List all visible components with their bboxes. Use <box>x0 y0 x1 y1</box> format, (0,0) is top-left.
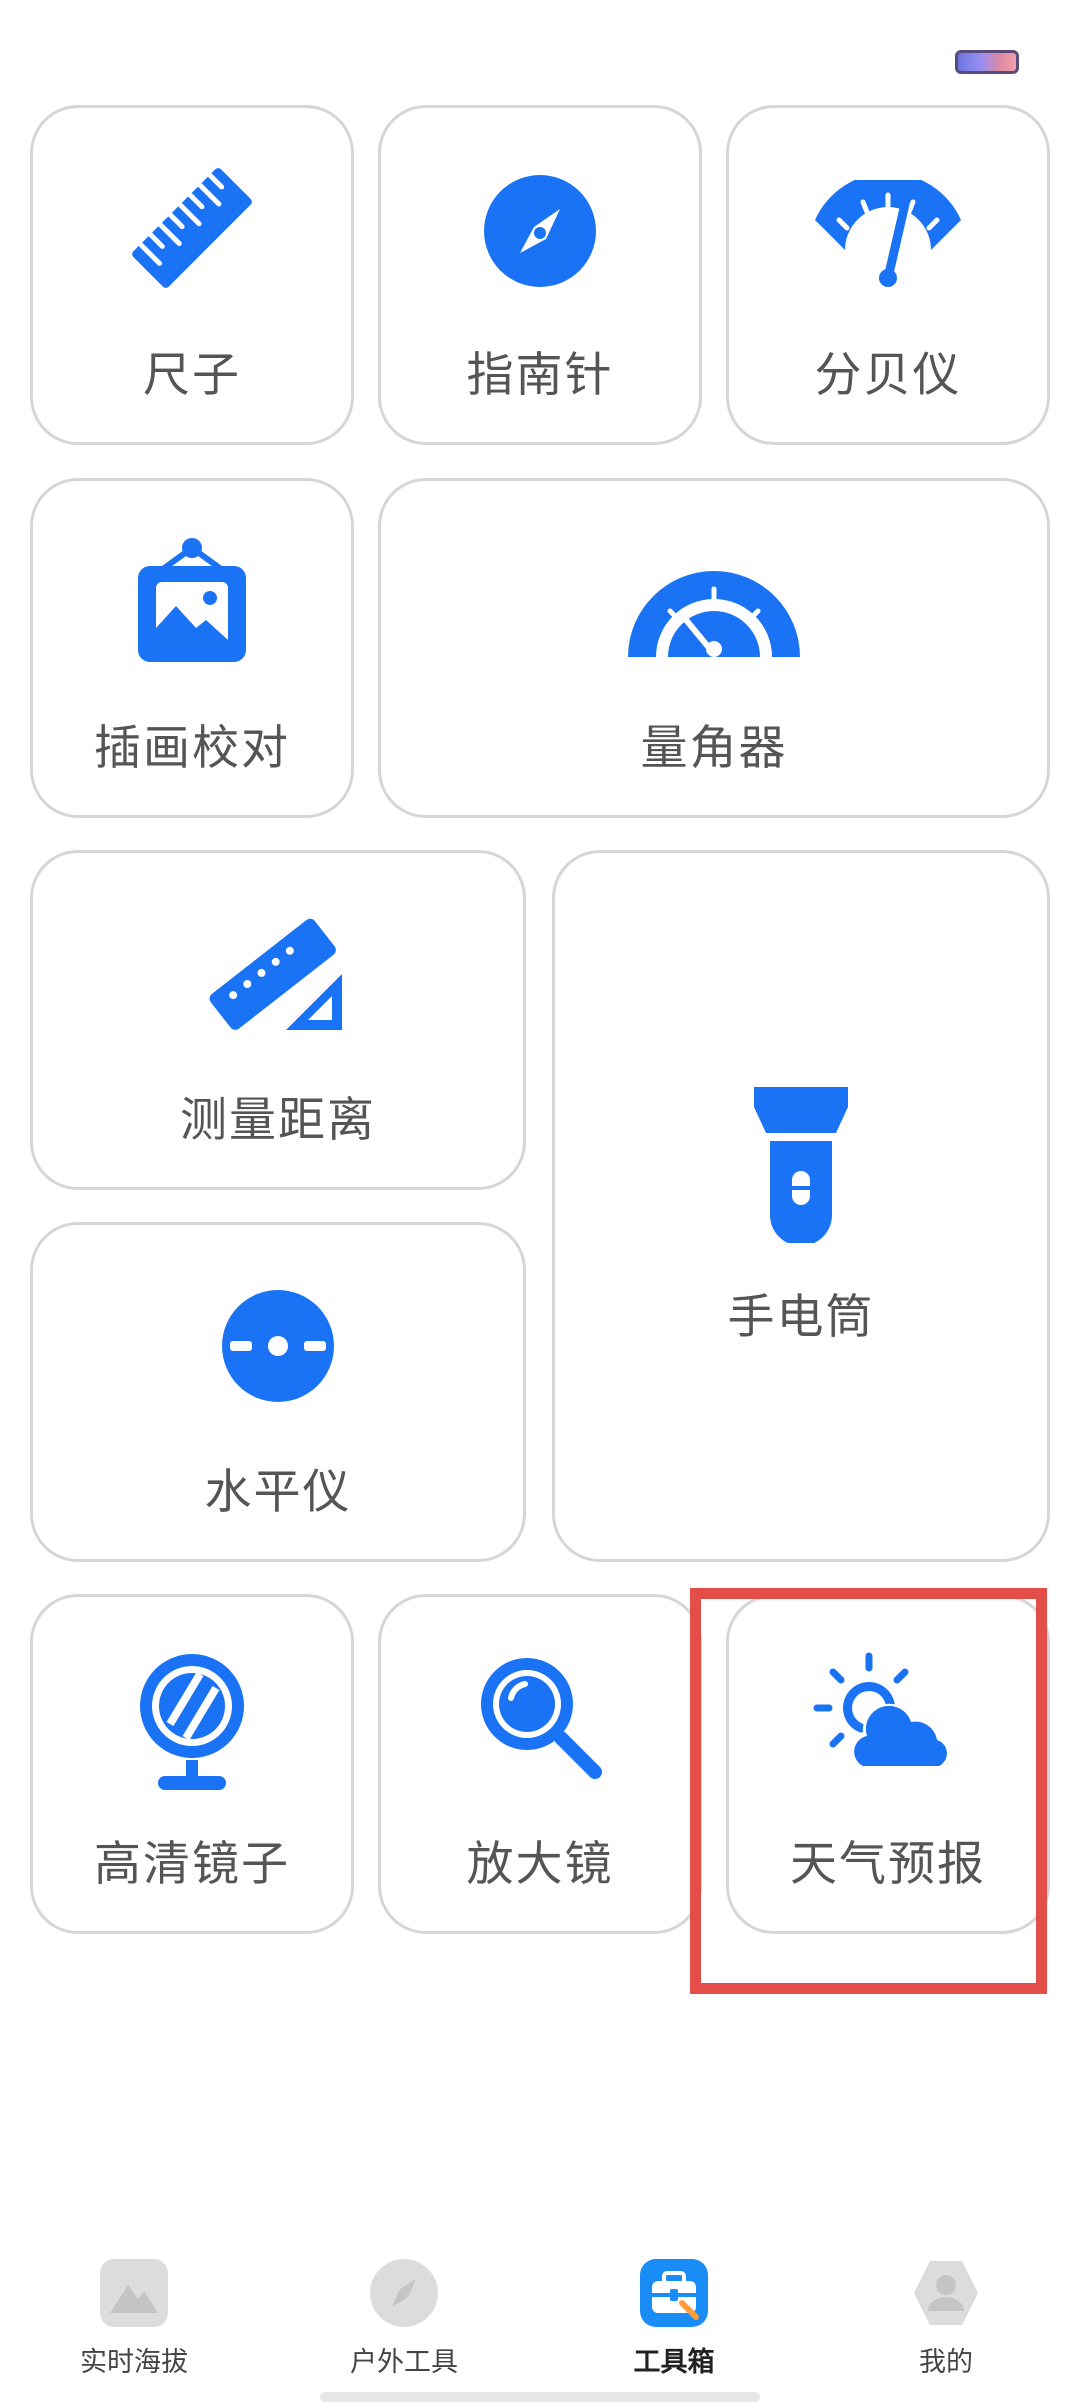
tool-mirror[interactable]: 高清镜子 <box>30 1594 354 1934</box>
tool-label: 高清镜子 <box>94 1837 290 1892</box>
tool-measure[interactable]: 测量距离 <box>30 850 526 1190</box>
protractor-icon <box>628 571 800 657</box>
gauge-icon <box>815 180 961 287</box>
tab-label: 实时海拔 <box>80 2347 188 2378</box>
tool-compass[interactable]: 指南针 <box>378 105 702 445</box>
tool-label: 分贝仪 <box>814 348 962 403</box>
tool-label: 水平仪 <box>204 1465 352 1520</box>
compass-icon <box>370 2259 438 2327</box>
tool-magnifier[interactable]: 放大镜 <box>378 1594 702 1934</box>
tool-label: 插画校对 <box>94 721 290 776</box>
tool-level[interactable]: 水平仪 <box>30 1222 526 1562</box>
tool-protractor[interactable]: 量角器 <box>378 478 1050 818</box>
tab-toolbox[interactable]: 工具箱 <box>574 2245 774 2385</box>
bottom-tab-bar: 实时海拔 户外工具 工具箱 我的 <box>0 2245 1080 2408</box>
tab-label: 我的 <box>919 2347 973 2378</box>
tool-ruler[interactable]: 尺子 <box>30 105 354 445</box>
tool-decibel[interactable]: 分贝仪 <box>726 105 1050 445</box>
tool-label: 放大镜 <box>466 1837 614 1892</box>
mirror-icon <box>140 1654 244 1790</box>
ruler-icon <box>132 168 252 288</box>
tab-profile[interactable]: 我的 <box>846 2245 1046 2385</box>
picture-frame-icon <box>138 538 246 662</box>
mountain-icon <box>100 2259 168 2327</box>
toolbox-icon <box>640 2259 708 2327</box>
tab-label: 工具箱 <box>633 2347 715 2378</box>
tool-label: 尺子 <box>143 348 241 403</box>
tool-illustration[interactable]: 插画校对 <box>30 478 354 818</box>
set-square-icon <box>209 918 342 1030</box>
tab-label: 户外工具 <box>350 2347 458 2378</box>
home-indicator[interactable] <box>320 2392 760 2402</box>
flashlight-icon <box>754 1087 848 1243</box>
tool-label: 测量距离 <box>180 1093 376 1148</box>
spirit-level-icon <box>222 1290 334 1402</box>
tool-label: 量角器 <box>640 721 788 776</box>
tab-outdoor-tools[interactable]: 户外工具 <box>304 2245 504 2385</box>
tool-label: 指南针 <box>466 348 614 403</box>
tool-label: 手电筒 <box>727 1290 875 1345</box>
tool-flashlight[interactable]: 手电筒 <box>552 850 1050 1562</box>
magnifier-icon <box>481 1658 602 1779</box>
tab-altitude[interactable]: 实时海拔 <box>34 2245 234 2385</box>
selection-highlight-frame <box>690 1588 1047 1994</box>
profile-icon <box>914 2261 978 2325</box>
compass-icon <box>484 175 596 287</box>
battery-icon <box>955 50 1019 74</box>
